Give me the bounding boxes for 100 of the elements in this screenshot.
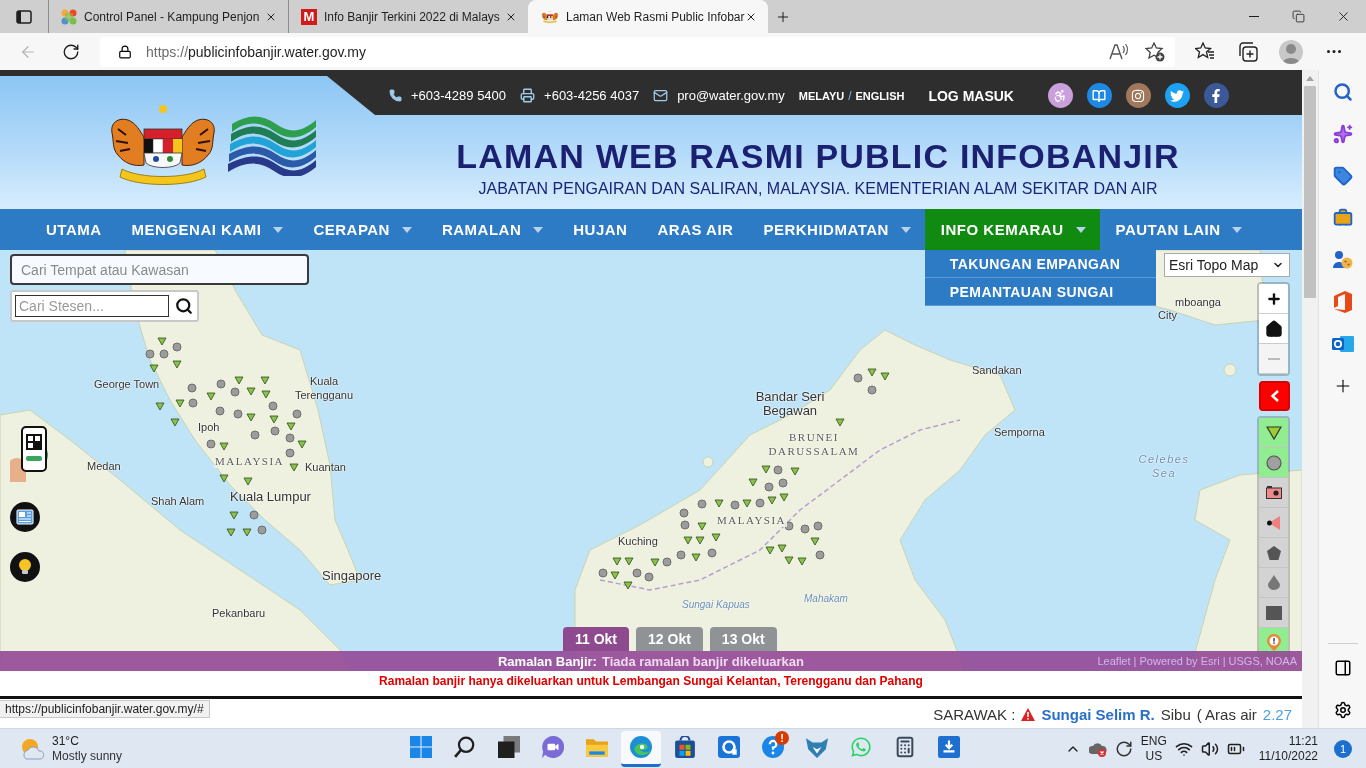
facebook-icon[interactable]	[1204, 83, 1229, 108]
book-icon[interactable]	[1087, 83, 1112, 108]
circle-station-marker[interactable]	[800, 524, 810, 534]
language-link[interactable]: MELAYU	[798, 89, 845, 102]
triangle-station-marker[interactable]	[697, 522, 707, 531]
circle-station-marker[interactable]	[172, 342, 182, 352]
login-link[interactable]: LOG MASUK	[928, 87, 1014, 104]
triangle-station-marker[interactable]	[835, 418, 845, 427]
circle-station-marker[interactable]	[680, 520, 690, 530]
collapse-button[interactable]	[1259, 381, 1290, 411]
triangle-station-marker[interactable]	[226, 528, 236, 537]
triangle-station-marker[interactable]	[691, 553, 701, 562]
place-search-field[interactable]: Cari Tempat atau Kawasan	[10, 254, 309, 285]
layer-toggle-button[interactable]	[1259, 568, 1288, 598]
language-link[interactable]: ENGLISH	[855, 89, 905, 102]
volume-icon[interactable]	[1200, 739, 1219, 758]
triangle-station-marker[interactable]	[623, 581, 633, 590]
browser-tab[interactable]: Laman Web Rasmi Public Infobar	[528, 0, 768, 33]
triangle-station-marker[interactable]	[761, 465, 771, 474]
nav-menu-item[interactable]: PERKHIDMATAN	[747, 209, 925, 250]
nav-menu-item[interactable]: PAUTAN LAIN	[1099, 209, 1257, 250]
triangle-station-marker[interactable]	[610, 571, 620, 580]
triangle-station-marker[interactable]	[612, 557, 622, 566]
triangle-station-marker[interactable]	[779, 493, 789, 502]
circle-station-marker[interactable]	[697, 499, 707, 509]
triangle-station-marker[interactable]	[714, 499, 724, 508]
triangle-station-marker[interactable]	[246, 413, 256, 422]
triangle-station-marker[interactable]	[289, 463, 299, 472]
help-button[interactable]: !	[753, 730, 793, 767]
triangle-station-marker[interactable]	[219, 442, 229, 451]
triangle-station-marker[interactable]	[242, 528, 252, 537]
triangle-station-marker[interactable]	[260, 376, 270, 385]
circle-station-marker[interactable]	[676, 550, 686, 560]
layer-toggle-button[interactable]	[1259, 508, 1288, 538]
triangle-station-marker[interactable]	[777, 544, 787, 553]
nav-menu-item[interactable]: UTAMA	[30, 209, 116, 250]
circle-station-marker[interactable]	[632, 568, 642, 578]
triangle-station-marker[interactable]	[234, 376, 244, 385]
triangle-station-marker[interactable]	[624, 557, 634, 566]
circle-station-marker[interactable]	[206, 439, 216, 449]
circle-station-marker[interactable]	[250, 430, 260, 440]
triangle-station-marker[interactable]	[286, 422, 296, 431]
circle-station-marker[interactable]	[853, 373, 863, 383]
triangle-station-marker[interactable]	[867, 368, 877, 377]
circle-station-marker[interactable]	[215, 406, 225, 416]
cloud-error-icon[interactable]	[1088, 740, 1107, 757]
triangle-station-marker[interactable]	[172, 360, 182, 369]
triangle-station-marker[interactable]	[748, 478, 758, 487]
nav-menu-item[interactable]: MENGENAI KAMI	[115, 209, 298, 250]
date-tab[interactable]: 13 Okt	[709, 627, 777, 651]
triangle-station-marker[interactable]	[219, 474, 229, 483]
layer-toggle-button[interactable]	[1259, 448, 1288, 478]
circle-station-marker[interactable]	[662, 557, 672, 567]
triangle-station-marker[interactable]	[175, 399, 185, 408]
triangle-station-marker[interactable]	[269, 415, 279, 424]
circle-station-marker[interactable]	[815, 550, 825, 560]
circle-station-marker[interactable]	[813, 521, 823, 531]
triangle-station-marker[interactable]	[206, 392, 216, 401]
notification-badge[interactable]: 1	[1334, 739, 1352, 758]
circle-station-marker[interactable]	[285, 433, 295, 443]
triangle-station-marker[interactable]	[149, 364, 159, 373]
address-bar[interactable]: https://publicinfobanjir.water.gov.my	[100, 36, 1175, 67]
home-button[interactable]	[1259, 314, 1288, 344]
triangle-station-marker[interactable]	[246, 387, 256, 396]
circle-station-marker[interactable]	[187, 383, 197, 393]
circle-station-marker[interactable]	[773, 465, 783, 475]
basemap-select[interactable]: Esri Topo Map	[1164, 253, 1290, 277]
circle-station-marker[interactable]	[188, 398, 198, 408]
clock[interactable]: 11:21 11/10/2022	[1258, 733, 1318, 764]
triangle-station-marker[interactable]	[765, 546, 775, 555]
nav-menu-item[interactable]: RAMALAN	[425, 209, 558, 250]
triangle-station-marker[interactable]	[810, 537, 820, 546]
circle-station-marker[interactable]	[230, 387, 240, 397]
layer-toggle-button[interactable]	[1259, 418, 1288, 448]
layer-toggle-button[interactable]	[1259, 598, 1288, 628]
browser-button[interactable]	[621, 730, 661, 767]
nav-menu-item[interactable]: INFO KEMARAU	[924, 209, 1100, 250]
triangle-station-marker[interactable]	[790, 467, 800, 476]
search-button[interactable]	[173, 295, 194, 317]
circle-station-marker[interactable]	[285, 448, 295, 458]
triangle-station-marker[interactable]	[297, 440, 307, 449]
circle-station-marker[interactable]	[644, 572, 654, 582]
circle-station-marker[interactable]	[249, 510, 259, 520]
triangle-station-marker[interactable]	[767, 496, 777, 505]
nav-menu-item[interactable]: ARAS AIR	[641, 209, 748, 250]
circle-station-marker[interactable]	[159, 349, 169, 359]
date-tab[interactable]: 12 Okt	[636, 627, 703, 651]
circle-station-marker[interactable]	[233, 409, 243, 419]
triangle-station-marker[interactable]	[880, 372, 890, 381]
triangle-station-marker[interactable]	[650, 558, 660, 567]
triangle-station-marker[interactable]	[229, 511, 239, 520]
twitter-icon[interactable]	[1165, 83, 1190, 108]
circle-station-marker[interactable]	[784, 521, 794, 531]
triangle-station-marker[interactable]	[711, 533, 721, 542]
triangle-station-marker[interactable]	[243, 477, 253, 486]
circle-station-marker[interactable]	[292, 409, 302, 419]
circle-station-marker[interactable]	[730, 500, 740, 510]
nav-menu-item[interactable]: CERAPAN	[297, 209, 426, 250]
star-plus-icon[interactable]	[1145, 41, 1165, 62]
language-indicator[interactable]: ENG US	[1140, 733, 1167, 764]
